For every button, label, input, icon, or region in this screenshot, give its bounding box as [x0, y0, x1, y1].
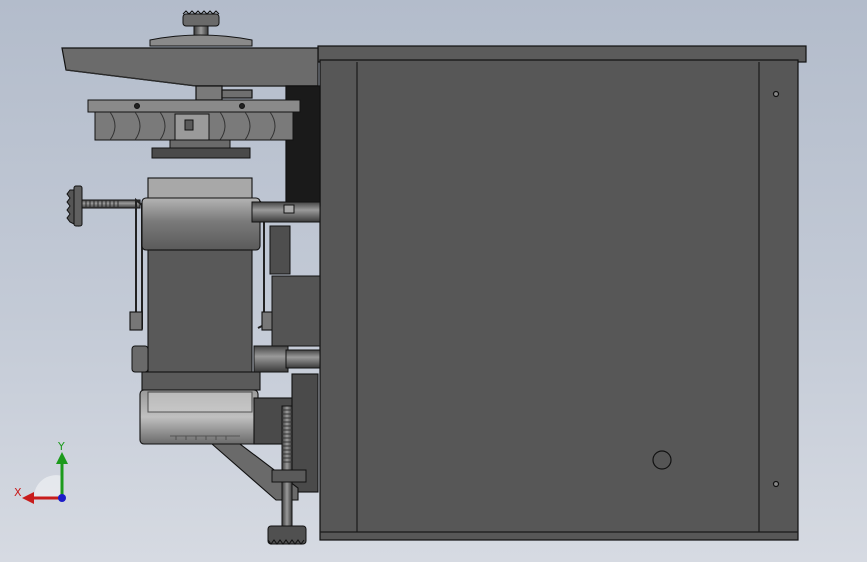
cabinet: [317, 45, 807, 541]
z-axis-dot: [58, 494, 66, 502]
screw-hole: [772, 90, 780, 98]
tension-knob[interactable]: [66, 185, 141, 227]
axis-triad: Y X: [14, 440, 74, 510]
top-knob[interactable]: [149, 10, 253, 47]
cable-port: [652, 450, 672, 470]
pulley-assembly: [87, 99, 301, 159]
x-axis-label: X: [14, 486, 22, 499]
x-arrow-head: [22, 492, 34, 504]
cad-viewport[interactable]: Y X: [0, 0, 867, 562]
belt: [147, 249, 253, 381]
cabinet-body: [319, 59, 799, 541]
screw-hole: [772, 480, 780, 488]
machine-model[interactable]: [0, 0, 867, 562]
triad-plane: [33, 475, 62, 498]
y-arrow-head: [56, 452, 68, 464]
y-axis-label: Y: [58, 440, 65, 453]
upper-roller: [141, 197, 261, 251]
